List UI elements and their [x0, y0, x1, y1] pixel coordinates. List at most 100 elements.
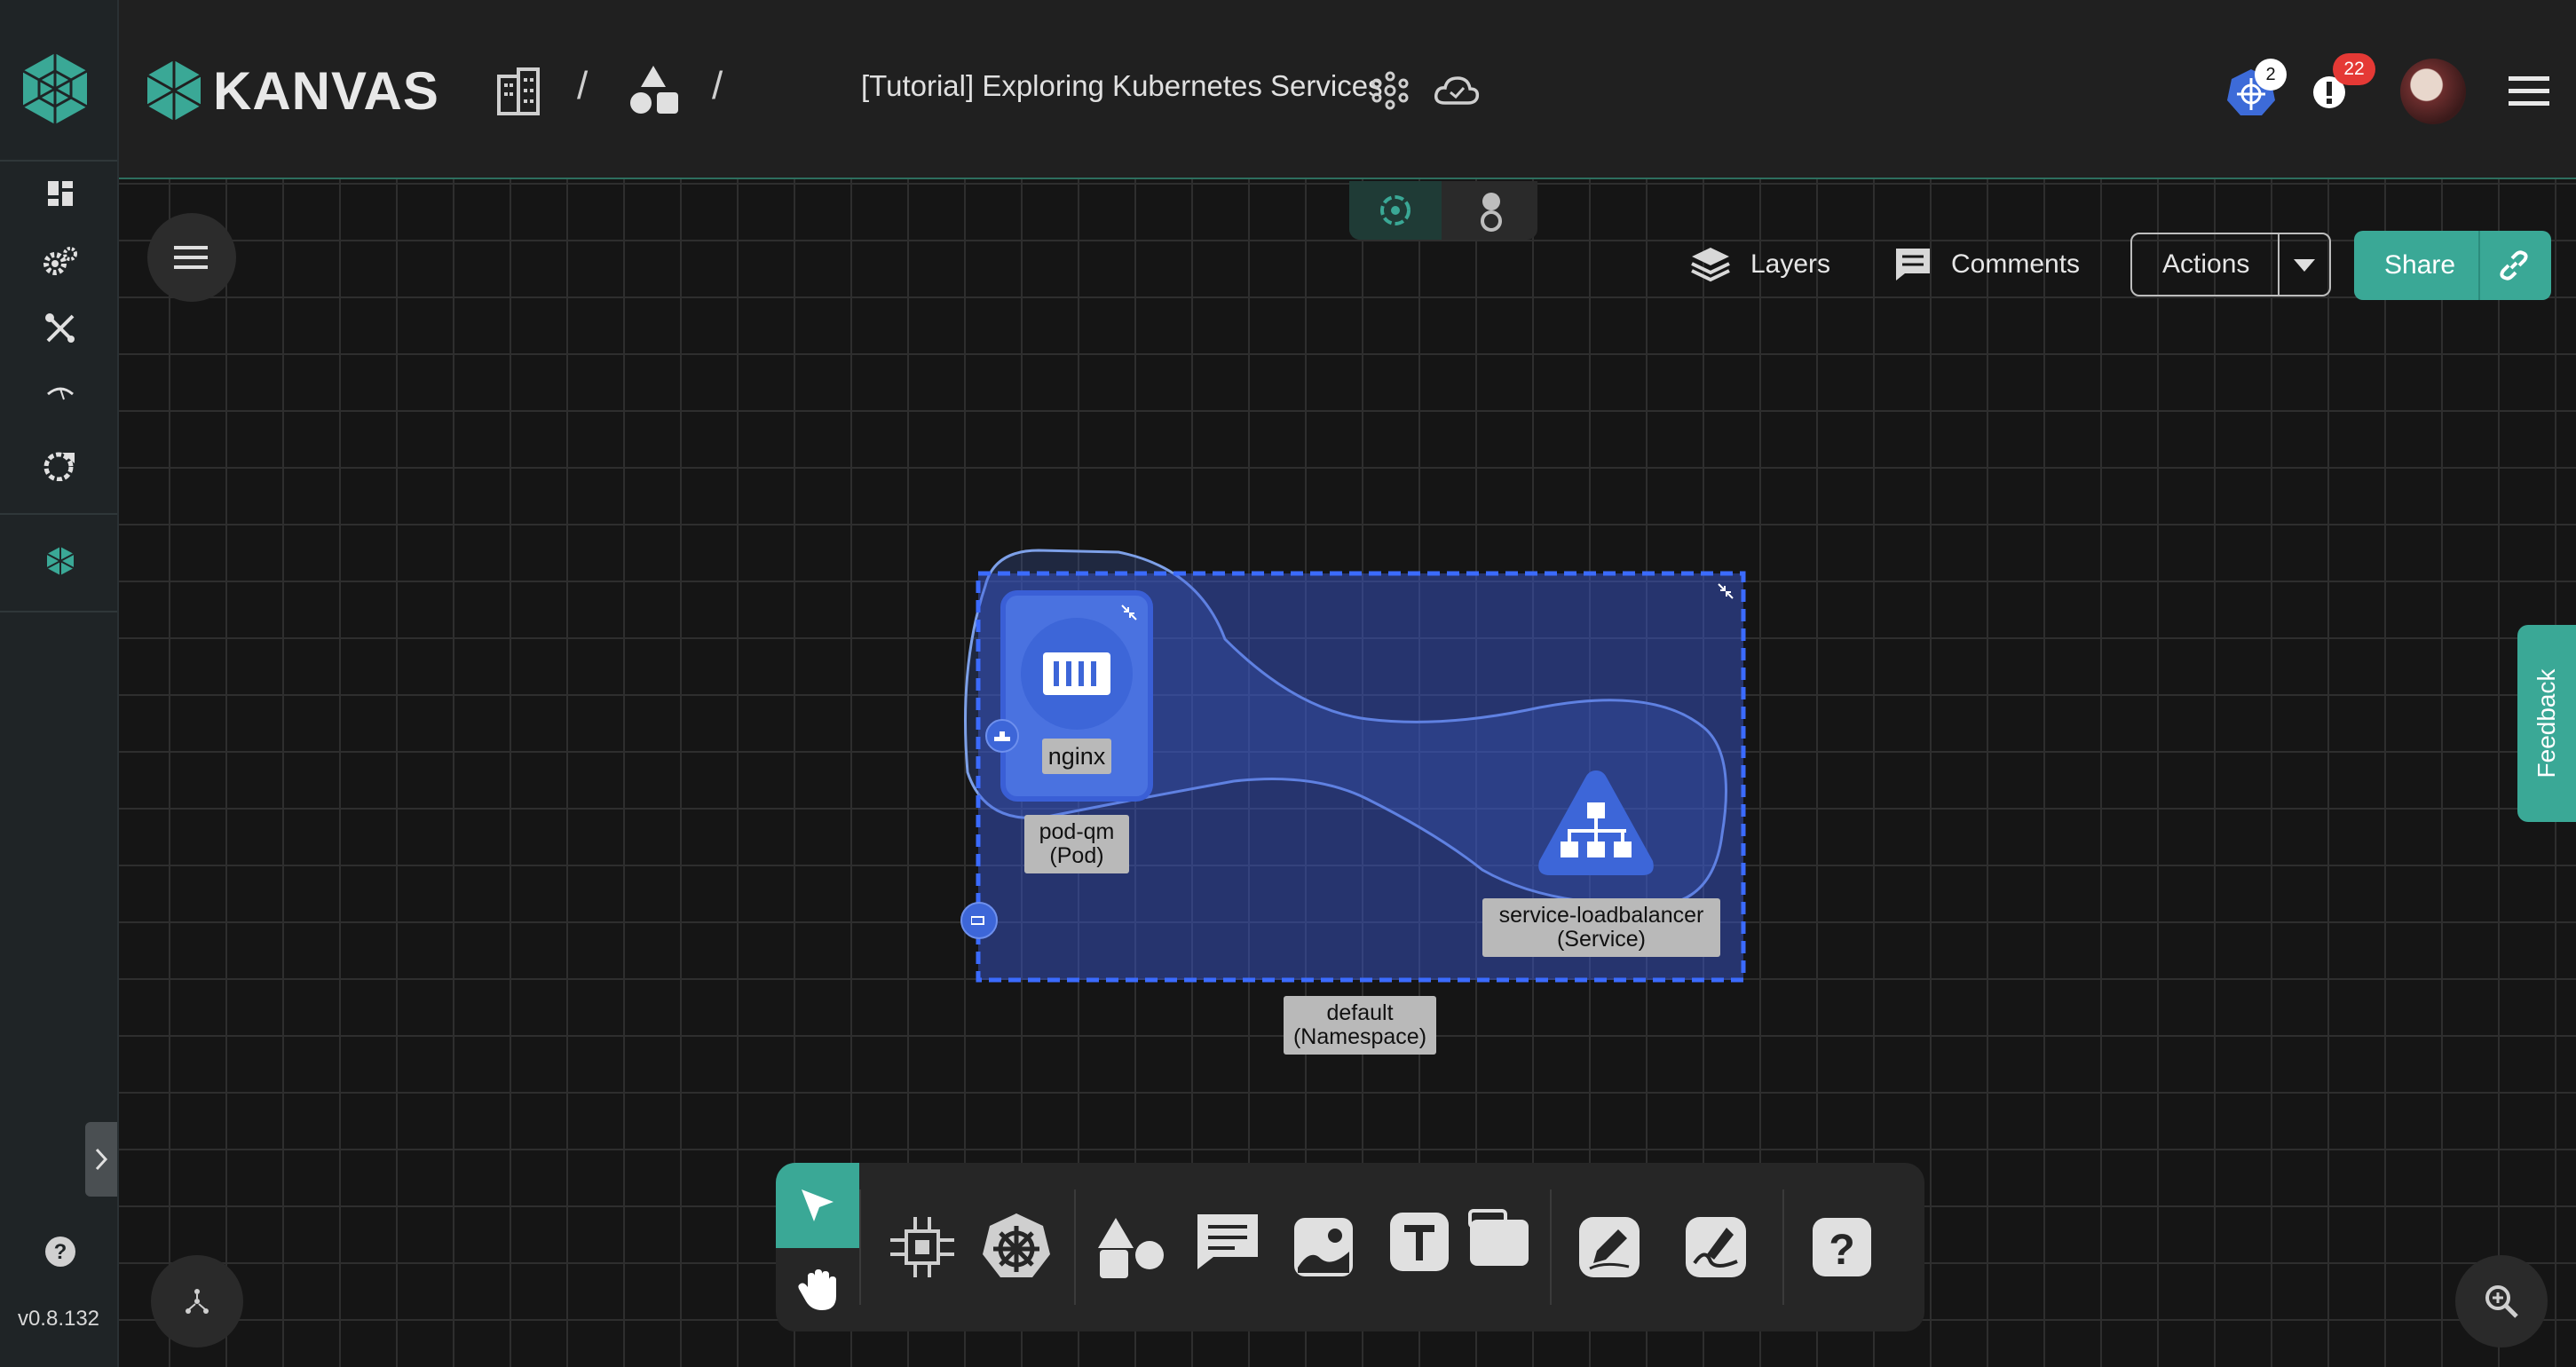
port-icon [994, 731, 1010, 741]
pod-label-name: pod-qm [1039, 819, 1115, 844]
layers-button[interactable]: Layers [1690, 241, 1830, 288]
hamburger-menu-button[interactable] [2509, 75, 2553, 108]
nginx-label: nginx [1042, 739, 1111, 774]
zoom-button[interactable] [2455, 1255, 2548, 1347]
breadcrumb-separator: / [577, 64, 589, 107]
diagram: nginx pod-qm (Pod) service-loadbalancer … [941, 533, 1758, 1065]
settings-icon[interactable] [39, 240, 82, 282]
network-icon[interactable] [1371, 71, 1410, 110]
brand-name: KANVAS [213, 60, 439, 121]
dropdown-icon[interactable] [2294, 259, 2315, 272]
pod-label: pod-qm (Pod) [1024, 815, 1129, 873]
signal-icon[interactable] [39, 371, 82, 414]
toolbar-divider [859, 1189, 861, 1305]
comment-tool[interactable] [1188, 1202, 1268, 1282]
layers-label: Layers [1750, 249, 1831, 279]
port-icon [971, 916, 984, 925]
kanvas-logo[interactable]: KANVAS [144, 57, 472, 124]
collapse-icon[interactable] [1120, 604, 1138, 621]
service-label-name: service-loadbalancer [1498, 903, 1704, 928]
shapes-tool-icon [1098, 1218, 1164, 1278]
help-icon[interactable]: ? [39, 1230, 82, 1273]
alerts-count-badge: 22 [2333, 53, 2375, 85]
cloud-icon[interactable] [1433, 73, 1481, 108]
design-mode-icon [1380, 195, 1410, 225]
expand-rail-button[interactable] [85, 1122, 117, 1197]
shapes-icon[interactable] [627, 62, 680, 117]
layers-icon [1691, 248, 1730, 282]
helm-icon [983, 1213, 1050, 1277]
operator-mode-button[interactable] [1445, 181, 1537, 240]
helm-tool[interactable] [976, 1207, 1056, 1287]
section-icon [1468, 1209, 1529, 1266]
left-navigation-rail: ? v0.8.132 [0, 0, 119, 1367]
layout-icon [186, 1289, 209, 1314]
feedback-label: Feedback [2533, 668, 2560, 778]
service-label-kind: (Service) [1556, 927, 1646, 952]
layout-button[interactable] [151, 1255, 243, 1347]
dashboard-icon[interactable] [39, 172, 82, 215]
namespace-label-kind: (Namespace) [1292, 1024, 1427, 1049]
analytics-icon[interactable] [39, 444, 82, 486]
pod-label-kind: (Pod) [1049, 843, 1104, 868]
signature-tool[interactable] [1676, 1207, 1756, 1287]
avatar[interactable] [2400, 59, 2466, 124]
container-icon [1043, 652, 1110, 695]
actions-button[interactable]: Actions [2130, 233, 2331, 296]
help-tool[interactable]: ? [1802, 1207, 1882, 1287]
pointer-tool[interactable] [776, 1163, 859, 1248]
toolbar-divider [1074, 1189, 1076, 1305]
hand-icon [798, 1269, 836, 1310]
shapes-tool[interactable] [1092, 1207, 1172, 1287]
comments-button[interactable]: Comments [1894, 241, 2080, 288]
hamburger-icon [174, 246, 208, 269]
toolbar-divider [1782, 1189, 1784, 1305]
zoom-icon [2485, 1285, 2518, 1318]
app-version: v0.8.132 [17, 1307, 100, 1331]
breadcrumb-separator: / [712, 64, 723, 107]
svg-text:?: ? [1829, 1227, 1854, 1274]
image-icon [1294, 1218, 1353, 1276]
namespace-port-connector[interactable] [960, 902, 998, 939]
feedback-tab[interactable]: Feedback [2517, 625, 2576, 822]
design-title[interactable]: [Tutorial] Exploring Kubernetes Services [861, 69, 1383, 103]
share-label: Share [2384, 250, 2456, 280]
kubernetes-context-button[interactable]: 2 [2226, 59, 2288, 121]
tools-icon[interactable] [39, 307, 82, 350]
component-icon [890, 1217, 954, 1277]
signature-icon [1686, 1217, 1746, 1277]
pod-port-connector[interactable] [985, 719, 1019, 753]
meshery-logo-icon[interactable] [18, 51, 92, 126]
nginx-container-node[interactable] [1021, 618, 1133, 730]
image-tool[interactable] [1284, 1207, 1363, 1287]
component-tool[interactable] [882, 1207, 962, 1287]
share-button[interactable]: Share [2354, 231, 2551, 300]
top-header: KANVAS / / [Tutorial] Exploring Kubernet… [119, 0, 2576, 179]
section-tool[interactable] [1459, 1198, 1539, 1278]
chevron-right-icon [95, 1148, 108, 1171]
operator-icon [1481, 193, 1502, 232]
building-icon[interactable] [492, 64, 545, 117]
pointer-icon [802, 1189, 834, 1221]
namespace-label: default (Namespace) [1284, 996, 1436, 1055]
pen-tool[interactable] [1569, 1207, 1649, 1287]
meshery-icon[interactable] [39, 540, 82, 582]
canvas-menu-button[interactable] [147, 213, 236, 302]
link-icon[interactable] [2496, 248, 2532, 283]
comments-icon [1896, 249, 1930, 281]
design-mode-button[interactable] [1349, 181, 1442, 240]
service-label: service-loadbalancer (Service) [1482, 898, 1720, 957]
pan-tool[interactable] [776, 1248, 859, 1331]
text-tool[interactable] [1379, 1202, 1459, 1282]
kanvas-logo-icon [146, 60, 201, 121]
namespace-label-name: default [1326, 1000, 1394, 1025]
question-icon: ? [1813, 1218, 1871, 1276]
collapse-icon[interactable] [1717, 582, 1734, 600]
comment-tool-icon [1197, 1214, 1258, 1269]
pen-icon [1579, 1217, 1640, 1277]
alerts-button[interactable]: 22 [2311, 53, 2382, 121]
toolbar-divider [1550, 1189, 1552, 1305]
actions-label: Actions [2162, 249, 2250, 279]
text-icon [1390, 1213, 1449, 1271]
service-node[interactable] [1534, 765, 1658, 881]
